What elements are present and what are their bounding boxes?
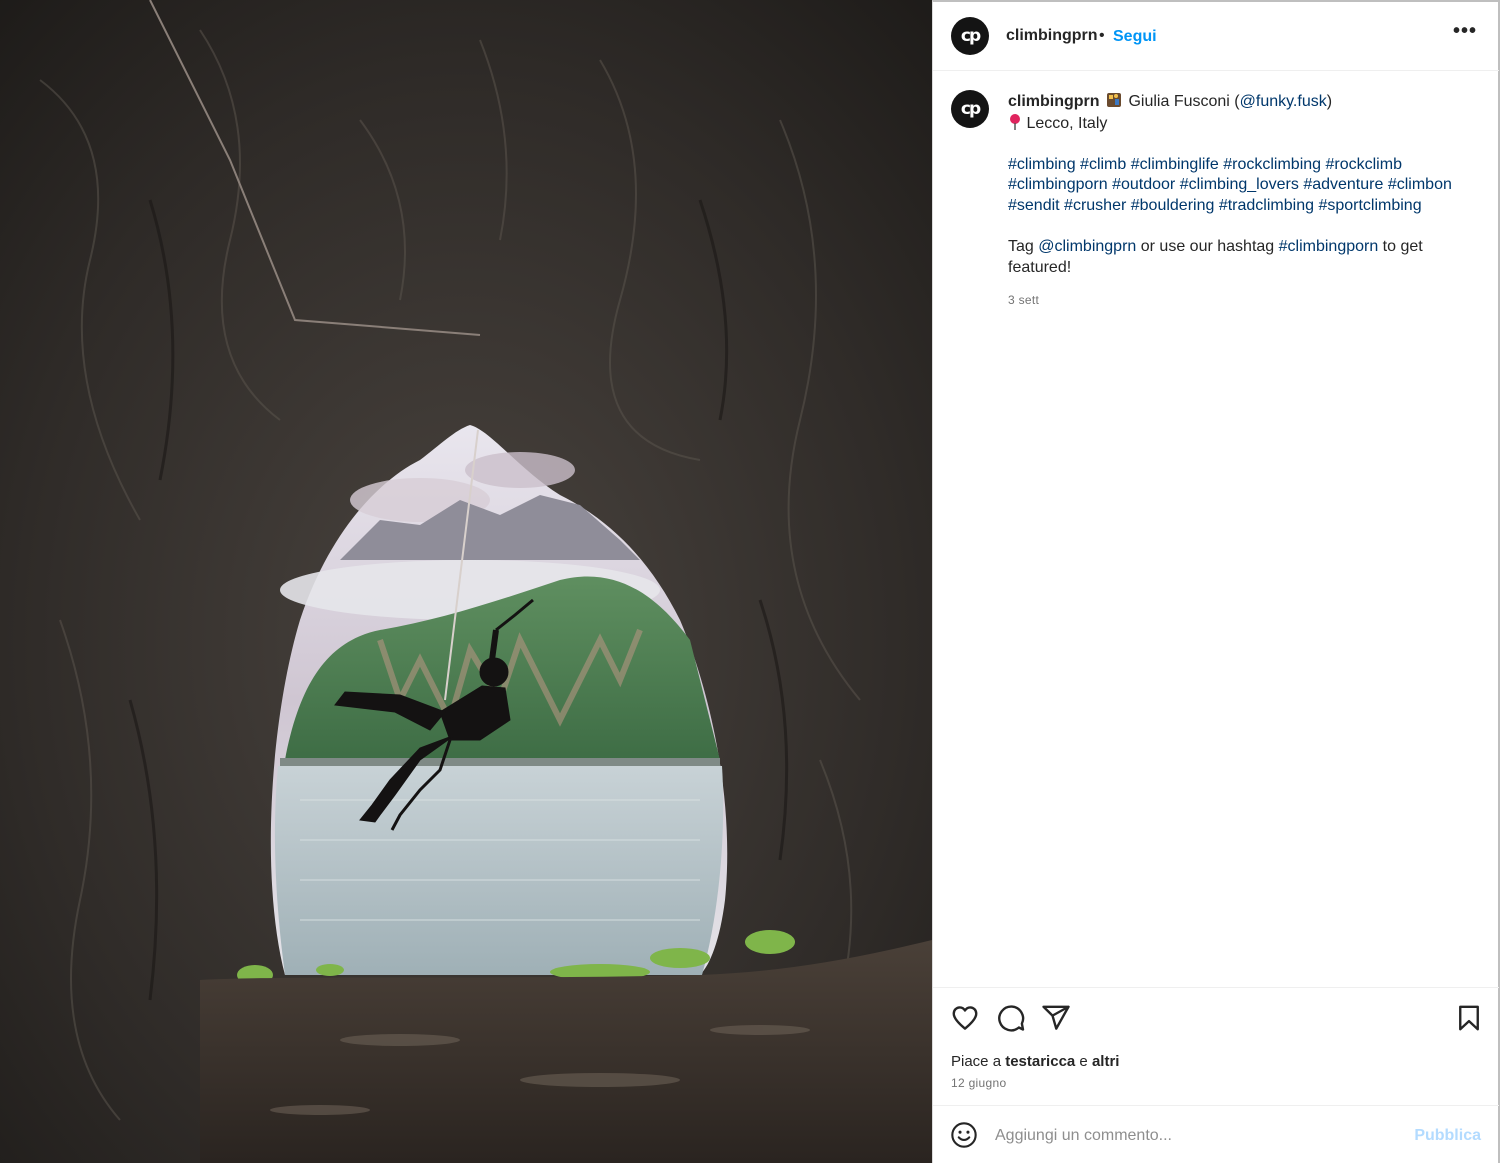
hashtag-link[interactable]: #climbing_lovers <box>1180 176 1299 193</box>
caption-avatar[interactable]: cp <box>951 90 989 128</box>
cave-climber-photo <box>0 0 932 1163</box>
cta-middle: or use our hashtag <box>1136 238 1279 256</box>
avatar[interactable]: cp <box>951 17 989 55</box>
caption-body: climbingprn Giulia Fusconi (@funky.fusk)… <box>1008 92 1478 311</box>
hashtag-link[interactable]: #climbing <box>1008 156 1076 173</box>
like-heart-icon[interactable] <box>950 1003 980 1033</box>
hashtag-link[interactable]: #bouldering <box>1131 197 1215 214</box>
pin-icon <box>1010 113 1020 130</box>
caption-username[interactable]: climbingprn <box>1008 93 1100 110</box>
hashtag-link[interactable]: #climb <box>1080 156 1126 173</box>
caption-line-credit: climbingprn Giulia Fusconi (@funky.fusk) <box>1008 92 1478 113</box>
hashtags-line-3: #sendit #crusher #bouldering #tradclimbi… <box>1008 196 1478 217</box>
hashtag-link[interactable]: #rockclimb <box>1326 156 1402 173</box>
emoji-smiley-icon[interactable] <box>950 1121 978 1149</box>
hashtags-line-2: #climbingporn #outdoor #climbing_lovers … <box>1008 175 1478 196</box>
save-bookmark-icon[interactable] <box>1454 1003 1484 1033</box>
hashtag-link[interactable]: #rockclimbing <box>1223 156 1321 173</box>
hashtag-link[interactable]: #sportclimbing <box>1318 197 1421 214</box>
hashtag-link[interactable]: #crusher <box>1064 197 1126 214</box>
likes-user-link[interactable]: testaricca <box>1005 1053 1075 1070</box>
comment-bar: Pubblica <box>933 1105 1499 1163</box>
likes-prefix: Piace a <box>951 1053 1006 1070</box>
caption-cta: Tag @climbingprn or use our hashtag #cli… <box>1008 237 1478 258</box>
hashtag-link[interactable]: #climbinglife <box>1131 156 1219 173</box>
hashtag-link[interactable]: #climbon <box>1388 176 1452 193</box>
caption-line-location: Lecco, Italy <box>1008 113 1478 135</box>
hashtag-link[interactable]: #adventure <box>1303 176 1383 193</box>
likes-others-link[interactable]: altri <box>1092 1053 1120 1070</box>
header-username[interactable]: climbingprn <box>1006 27 1098 45</box>
cta-suffix: to get <box>1378 238 1423 256</box>
credit-name: Giulia Fusconi ( <box>1128 93 1240 110</box>
post-photo[interactable] <box>0 0 932 1163</box>
hashtags-line-1: #climbing #climb #climbinglife #rockclim… <box>1008 155 1478 176</box>
cta-prefix: Tag <box>1008 238 1039 256</box>
avatar-logo: cp <box>960 98 981 119</box>
climber-emoji-icon <box>1107 93 1122 107</box>
cta-mention-link[interactable]: @climbingprn <box>1038 238 1136 255</box>
credit-handle-link[interactable]: @funky.fusk <box>1240 93 1327 110</box>
post-date[interactable]: 12 giugno <box>951 1076 1006 1090</box>
location-text: Lecco, Italy <box>1026 114 1108 132</box>
share-send-icon[interactable] <box>1041 1003 1071 1033</box>
publish-button[interactable]: Pubblica <box>1414 1127 1481 1145</box>
caption-time-ago[interactable]: 3 sett <box>1008 290 1478 311</box>
likes-summary[interactable]: Piace a testaricca e altri <box>951 1053 1119 1070</box>
comment-input[interactable] <box>995 1124 1395 1148</box>
cta-line-2: featured! <box>1008 258 1072 276</box>
hashtag-link[interactable]: #climbingporn <box>1008 176 1108 193</box>
credit-close: ) <box>1326 93 1333 110</box>
more-options-icon[interactable]: ••• <box>1453 20 1477 43</box>
comment-bubble-icon[interactable] <box>996 1003 1026 1033</box>
likes-middle: e <box>1075 1053 1092 1070</box>
cta-hashtag-link[interactable]: #climbingporn <box>1279 238 1379 255</box>
hashtag-link[interactable]: #outdoor <box>1112 176 1175 193</box>
avatar-logo: cp <box>960 25 981 46</box>
post-details-panel: cp climbingprn • Segui ••• cp climbingpr… <box>932 0 1500 1163</box>
hashtag-link[interactable]: #tradclimbing <box>1219 197 1314 214</box>
follow-button[interactable]: Segui <box>1113 28 1157 46</box>
post-header: cp climbingprn • Segui ••• <box>933 2 1499 71</box>
hashtag-link[interactable]: #sendit <box>1008 197 1060 214</box>
post-actions: Piace a testaricca e altri 12 giugno <box>933 987 1499 1105</box>
separator-dot: • <box>1099 27 1105 44</box>
